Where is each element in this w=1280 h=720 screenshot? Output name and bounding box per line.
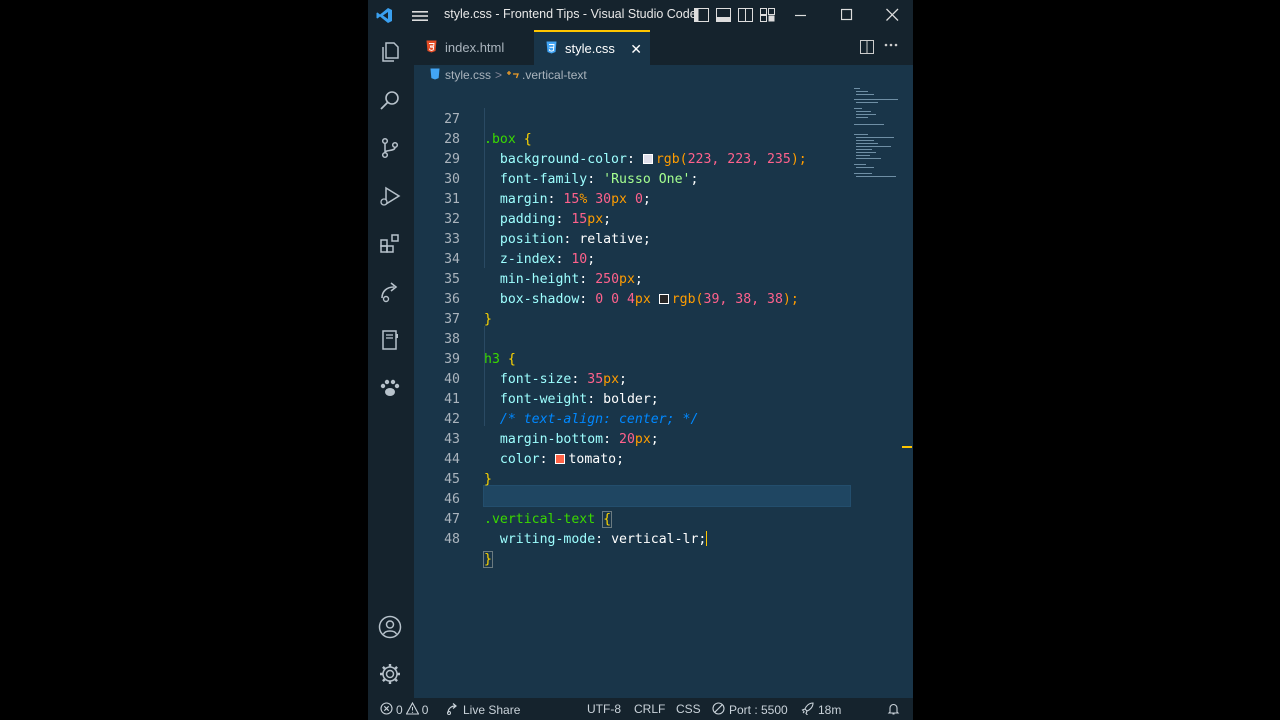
code-line: 42 margin-bottom: 20px;: [414, 390, 913, 447]
eol-button[interactable]: CRLF: [634, 702, 665, 716]
code-line: 38 h3 {: [414, 310, 913, 367]
source-control-icon[interactable]: [378, 136, 402, 160]
css3-icon: [430, 68, 440, 83]
window-title: style.css - Frontend Tips - Visual Studi…: [444, 7, 697, 21]
symbol-class-icon: [506, 68, 519, 83]
encoding-button[interactable]: UTF-8: [587, 702, 621, 716]
line-number: 48: [444, 532, 460, 547]
search-icon[interactable]: [378, 88, 402, 112]
language-mode-button[interactable]: CSS: [676, 702, 701, 716]
toggle-secondary-sidebar-icon[interactable]: [738, 8, 753, 27]
toggle-sidebar-icon[interactable]: [694, 8, 709, 27]
settings-gear-icon[interactable]: [378, 662, 402, 686]
code-line: 33 z-index: 10;: [414, 210, 913, 267]
explorer-icon[interactable]: [378, 40, 402, 64]
scrollbar-cursor-marker: [902, 446, 912, 448]
code-line: 40 font-weight: bolder;: [414, 350, 913, 407]
code-line: 47 writing-mode: vertical-lr;: [414, 490, 913, 547]
vscode-window: style.css - Frontend Tips - Visual Studi…: [368, 0, 913, 720]
status-bar: 0 0 Live Share UTF-8 CRLF CSS Port : 550…: [368, 698, 913, 720]
split-editor-icon[interactable]: [860, 40, 874, 59]
error-icon: [380, 702, 393, 718]
code-line: 32 position: relative;: [414, 190, 913, 247]
title-bar: style.css - Frontend Tips - Visual Studi…: [368, 0, 913, 30]
minimap[interactable]: [854, 88, 904, 188]
close-icon[interactable]: [886, 6, 899, 29]
code-editor[interactable]: 27 .box { 28 background-color: rgb(223, …: [414, 88, 913, 698]
activity-bar: [368, 30, 414, 698]
code-line: 39 font-size: 35px;: [414, 330, 913, 387]
code-line: 31 padding: 15px;: [414, 170, 913, 227]
code-line: 34 min-height: 250px;: [414, 230, 913, 287]
notebook-icon[interactable]: [378, 328, 402, 352]
tab-style-css[interactable]: style.css ✕: [534, 30, 650, 65]
close-tab-icon[interactable]: ✕: [630, 41, 642, 58]
code-line: 45: [414, 450, 913, 487]
account-icon[interactable]: [378, 615, 402, 639]
paw-icon[interactable]: [378, 376, 402, 400]
code-line: 36 }: [414, 270, 913, 327]
breadcrumb-symbol[interactable]: .vertical-text: [522, 68, 587, 82]
live-server-port-button[interactable]: Port : 5500: [712, 702, 788, 718]
problems-indicator[interactable]: 0 0: [380, 701, 428, 718]
toggle-panel-icon[interactable]: [716, 8, 731, 27]
code-line: 29 font-family: 'Russo One';: [414, 130, 913, 187]
code-line: 41 /* text-align: center; */: [414, 370, 913, 427]
text-cursor: [706, 531, 708, 546]
no-entry-icon: [712, 702, 725, 718]
breadcrumb-separator: >: [495, 68, 503, 82]
extensions-icon[interactable]: [378, 232, 402, 256]
code-line: 44 }: [414, 430, 913, 487]
code-line: 30 margin: 15% 30px 0;: [414, 150, 913, 207]
live-share-button[interactable]: Live Share: [446, 702, 520, 718]
code-line: 48 }: [414, 510, 913, 568]
run-debug-icon[interactable]: [378, 184, 402, 208]
css3-icon: [546, 41, 557, 57]
maximize-icon[interactable]: [840, 6, 853, 29]
editor-tabs: index.html style.css ✕: [414, 30, 913, 65]
code-line: 46 .vertical-text {: [414, 470, 913, 528]
breadcrumb: style.css > .vertical-text: [414, 65, 913, 85]
warning-icon: [405, 701, 420, 718]
code-line: 37: [414, 290, 913, 327]
notifications-bell-icon[interactable]: [887, 702, 900, 715]
code-line: 35 box-shadow: 0 0 4px rgb(39, 38, 38);: [414, 250, 913, 307]
html5-icon: [426, 40, 437, 56]
remote-explorer-icon[interactable]: [378, 280, 402, 304]
menu-icon[interactable]: [412, 9, 428, 27]
rocket-icon: [801, 702, 814, 718]
session-timer[interactable]: 18m: [801, 702, 841, 718]
live-share-icon: [446, 702, 459, 718]
tab-label: index.html: [445, 40, 505, 55]
vscode-logo-icon: [376, 7, 393, 29]
code-line: 28 background-color: rgb(223, 223, 235);: [414, 110, 913, 167]
breadcrumb-file[interactable]: style.css: [445, 68, 491, 82]
minimize-icon[interactable]: [795, 6, 807, 29]
customize-layout-icon[interactable]: [760, 8, 775, 27]
tab-label: style.css: [565, 41, 615, 56]
tab-index-html[interactable]: index.html: [414, 30, 534, 65]
code-line: 27 .box {: [414, 90, 913, 147]
more-actions-icon[interactable]: [884, 37, 898, 54]
code-line: 43 color: tomato;: [414, 410, 913, 467]
